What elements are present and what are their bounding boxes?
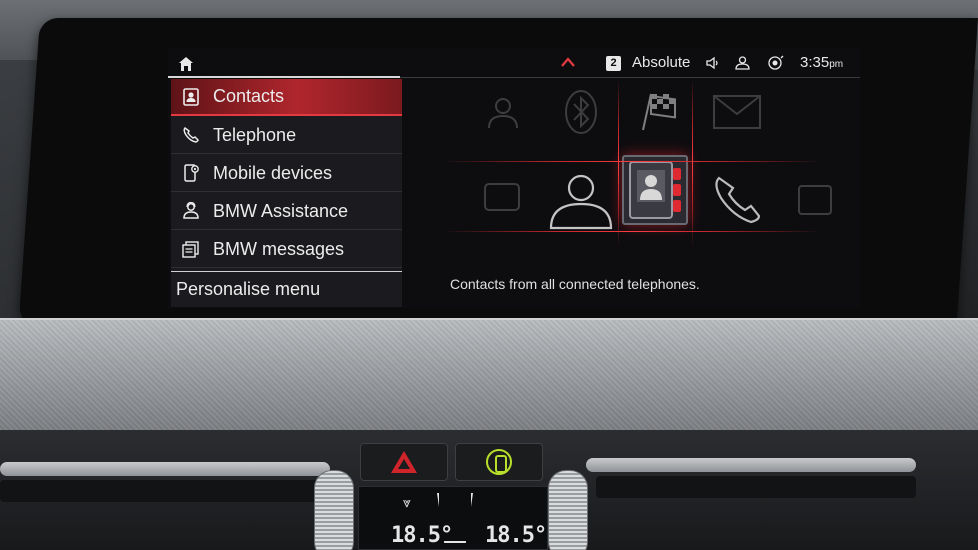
air-vent-left-slot <box>0 480 320 502</box>
infotainment-screen: 2 Absolute 3:35pm Contacts Telephone Mob… <box>168 48 860 308</box>
mobile-devices-icon <box>184 164 199 182</box>
radio-preset-badge: 2 <box>606 56 621 71</box>
chevron-up-icon[interactable] <box>560 56 576 68</box>
connected-drive-icon <box>768 55 784 70</box>
climate-display: ⩔ 18.5° 18.5° <box>358 486 548 550</box>
focus-line-vertical-left <box>618 79 619 247</box>
focus-line-horizontal-top <box>442 161 822 162</box>
hazard-warning-icon <box>391 451 417 473</box>
menu-item-bmw-messages[interactable]: BMW messages <box>171 231 402 268</box>
tile-messages[interactable] <box>698 79 776 145</box>
focus-line-vertical-right <box>692 79 693 247</box>
tile-telephone[interactable] <box>698 167 776 233</box>
tile-bluetooth[interactable] <box>542 79 620 145</box>
status-bar: 2 Absolute 3:35pm <box>168 48 860 78</box>
menu-item-label: Mobile devices <box>213 162 333 183</box>
home-icon[interactable] <box>178 56 194 72</box>
tile-extra[interactable] <box>776 167 854 233</box>
assistance-icon <box>488 98 518 129</box>
vent-knob-left[interactable] <box>314 470 354 550</box>
vent-knob-right[interactable] <box>548 470 588 550</box>
parking-assist-button[interactable] <box>455 443 543 481</box>
carbon-trim <box>0 318 978 430</box>
clock: 3:35pm <box>800 54 843 71</box>
menu-item-label: Contacts <box>213 86 285 106</box>
hazard-button[interactable] <box>360 443 448 481</box>
menu-item-mobile-devices[interactable]: Mobile devices <box>171 155 402 192</box>
seat-heating-icon: ⩔ <box>403 495 411 511</box>
bluetooth-icon <box>565 90 597 134</box>
tile-contacts-focused[interactable] <box>622 155 688 225</box>
right-temperature: 18.5° <box>485 523 547 548</box>
parking-sensor-icon <box>486 449 512 475</box>
tile-racing[interactable] <box>620 79 698 145</box>
clock-ampm: pm <box>829 59 844 70</box>
contacts-icon <box>183 87 199 106</box>
messages-icon <box>182 241 199 258</box>
clock-time: 3:35 <box>800 54 830 71</box>
menu-item-label: BMW messages <box>213 238 345 259</box>
tile-chat[interactable] <box>464 167 542 233</box>
menu-item-label: Telephone <box>213 124 297 145</box>
air-vent-left <box>0 462 330 476</box>
menu-item-label: BMW Assistance <box>213 200 349 221</box>
air-vent-right-slot <box>596 476 916 498</box>
checkered-flag-icon <box>642 93 676 131</box>
personalise-menu-button[interactable]: Personalise menu <box>171 271 402 307</box>
left-temperature: 18.5° <box>391 523 453 548</box>
air-vent-right <box>586 458 916 472</box>
menu-item-telephone[interactable]: Telephone <box>171 117 402 154</box>
card-icon <box>798 185 832 215</box>
chat-icon <box>484 183 520 211</box>
user-profile-icon <box>735 56 750 70</box>
contacts-book-icon <box>629 161 681 219</box>
envelope-icon <box>713 95 761 129</box>
main-menu: Contacts Telephone Mobile devices BMW As… <box>171 79 402 307</box>
tile-assistance[interactable] <box>464 79 542 145</box>
home-underline <box>168 76 400 78</box>
menu-item-bmw-assistance[interactable]: BMW Assistance <box>171 193 402 230</box>
radio-station[interactable]: Absolute <box>632 54 690 71</box>
telephone-icon <box>715 176 761 224</box>
selection-description: Contacts from all connected telephones. <box>450 276 700 292</box>
focus-line-horizontal-bottom <box>442 231 822 232</box>
speaker-icon <box>706 56 718 70</box>
app-grid <box>402 79 860 247</box>
menu-item-contacts[interactable]: Contacts <box>171 79 402 116</box>
person-icon <box>549 174 613 230</box>
telephone-icon <box>183 127 199 143</box>
tile-profile[interactable] <box>542 167 620 233</box>
assistance-icon <box>183 201 199 219</box>
